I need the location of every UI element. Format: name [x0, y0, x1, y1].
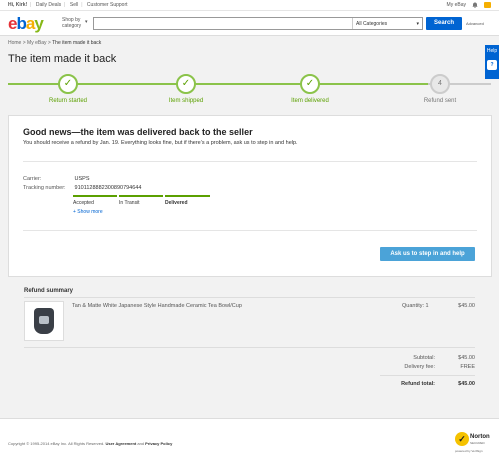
- chevron-down-icon: ▾: [416, 21, 419, 27]
- privacy-policy-link[interactable]: Privacy Policy: [145, 441, 172, 446]
- tracking-step-delivered: Delivered: [165, 200, 188, 206]
- ask-us-to-step-in-button[interactable]: Ask us to step in and help: [380, 247, 475, 261]
- tracking-number[interactable]: 9101128882300890794644: [75, 185, 142, 191]
- step-return-started-icon: ✓: [58, 74, 78, 94]
- return-progress-tracker: ✓ Return started ✓ Item shipped ✓ Item d…: [0, 70, 499, 110]
- step-label-item-shipped: Item shipped: [168, 98, 204, 104]
- ebay-logo[interactable]: ebay: [8, 14, 44, 34]
- sell-link[interactable]: Sell: [70, 2, 78, 8]
- search-input[interactable]: [94, 18, 350, 29]
- subtotal-label: Subtotal:: [413, 355, 435, 361]
- breadcrumb-current: The item made it back: [52, 40, 102, 46]
- delivery-fee-label: Delivery fee:: [404, 364, 435, 370]
- tracking-bar-in-transit: [119, 195, 163, 197]
- carrier-row: Carrier: USPS: [23, 176, 90, 182]
- status-subtext: You should receive a refund by Jan. 19. …: [23, 140, 298, 146]
- subtotal-value: $45.00: [458, 355, 475, 361]
- breadcrumb: Home > My eBay > The item made it back: [8, 40, 102, 46]
- tracking-step-in-transit: In Transit: [119, 200, 140, 206]
- bell-icon[interactable]: [472, 2, 478, 8]
- category-select[interactable]: All Categories ▾: [352, 18, 422, 29]
- item-quantity: Quantity: 1: [402, 303, 429, 309]
- return-status-card: Good news—the item was delivered back to…: [8, 115, 492, 277]
- breadcrumb-home[interactable]: Home: [8, 40, 21, 46]
- user-agreement-link[interactable]: User Agreement: [105, 441, 136, 446]
- tracking-step-accepted: Accepted: [73, 200, 94, 206]
- step-refund-sent-number: 4: [430, 74, 450, 94]
- step-label-return-started: Return started: [48, 98, 88, 104]
- cart-icon[interactable]: [484, 2, 491, 8]
- top-utility-bar: Hi, Kirk! | Daily Deals | Sell | Customer S…: [0, 0, 499, 11]
- check-icon: ✓: [455, 432, 469, 446]
- page-title: The item made it back: [8, 53, 117, 65]
- advanced-search-link[interactable]: Advanced: [466, 21, 484, 26]
- tracking-label: Tracking number:: [23, 185, 66, 191]
- divider: [380, 375, 475, 376]
- shop-by-category-button[interactable]: Shop by category ▾: [62, 17, 88, 29]
- item-title[interactable]: Tan & Matte White Japanese Style Handmad…: [72, 303, 242, 309]
- tracking-bar-accepted: [73, 195, 117, 197]
- tracking-row: Tracking number: 9101128882300890794644: [23, 185, 141, 191]
- tracking-bar-delivered: [165, 195, 210, 197]
- item-thumbnail[interactable]: [24, 301, 64, 341]
- refund-total-label: Refund total:: [401, 381, 435, 387]
- step-item-delivered-icon: ✓: [300, 74, 320, 94]
- carrier-label: Carrier:: [23, 176, 42, 182]
- carrier-value: USPS: [74, 176, 90, 182]
- divider: [23, 230, 477, 231]
- norton-secured-badge[interactable]: ✓ Norton SECURED powered by VeriSign: [455, 430, 490, 458]
- step-label-item-delivered: Item delivered: [291, 98, 329, 104]
- refund-summary-title: Refund summary: [24, 288, 74, 294]
- refund-total-value: $45.00: [458, 381, 475, 387]
- customer-support-link[interactable]: Customer Support: [87, 2, 128, 8]
- search-button[interactable]: Search: [426, 17, 462, 30]
- step-label-refund-sent: Refund sent: [423, 98, 457, 104]
- question-icon[interactable]: ?: [487, 60, 497, 70]
- step-item-shipped-icon: ✓: [176, 74, 196, 94]
- search-box: All Categories ▾: [93, 17, 423, 30]
- delivery-fee-value: FREE: [460, 364, 475, 370]
- show-more-link[interactable]: + Show more: [73, 209, 103, 215]
- divider: [24, 347, 475, 348]
- divider: [24, 297, 475, 298]
- main-header: ebay Shop by category ▾ All Categories ▾…: [0, 11, 499, 36]
- footer: Copyright © 1995-2014 eBay Inc. All Righ…: [0, 418, 499, 472]
- divider: [23, 161, 477, 162]
- refund-summary: Refund summary Tan & Matte White Japanes…: [0, 282, 499, 402]
- greeting[interactable]: Hi, Kirk!: [8, 2, 27, 8]
- status-heading: Good news—the item was delivered back to…: [23, 127, 253, 137]
- chevron-down-icon: ▾: [85, 19, 88, 25]
- footer-copyright: Copyright © 1995-2014 eBay Inc. All Righ…: [8, 441, 173, 446]
- breadcrumb-my-ebay[interactable]: My eBay: [27, 40, 46, 46]
- daily-deals-link[interactable]: Daily Deals: [36, 2, 61, 8]
- item-price: $45.00: [458, 303, 475, 309]
- my-ebay-link[interactable]: My eBay: [447, 2, 466, 8]
